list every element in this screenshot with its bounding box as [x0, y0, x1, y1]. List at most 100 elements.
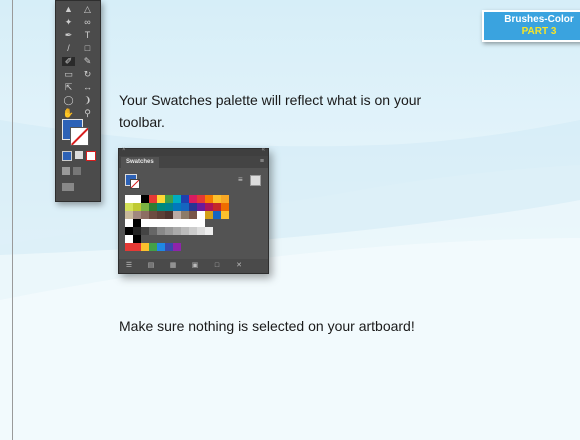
color-swatch[interactable] — [125, 195, 133, 203]
color-swatch[interactable] — [133, 235, 141, 243]
color-swatch[interactable] — [173, 203, 181, 211]
color-swatch[interactable] — [189, 203, 197, 211]
width-icon[interactable]: ↔ — [81, 83, 94, 92]
new-swatch-icon[interactable]: □ — [213, 262, 221, 269]
eraser-icon[interactable]: ▭ — [62, 70, 75, 79]
color-swatch[interactable] — [205, 195, 213, 203]
color-swatch[interactable] — [197, 203, 205, 211]
color-swatch[interactable] — [133, 243, 141, 251]
color-swatch[interactable] — [149, 227, 157, 235]
color-swatch[interactable] — [213, 203, 221, 211]
color-swatch[interactable] — [157, 203, 165, 211]
screen-mode-button[interactable] — [62, 183, 74, 191]
swatch-libraries-icon[interactable]: ☰ — [125, 262, 133, 269]
selection-icon[interactable]: ▲ — [62, 5, 75, 14]
grid-view-icon[interactable] — [250, 175, 261, 186]
color-swatch[interactable] — [141, 203, 149, 211]
color-swatch[interactable] — [149, 235, 157, 243]
color-swatch[interactable] — [149, 195, 157, 203]
color-swatch[interactable] — [125, 243, 133, 251]
color-swatch[interactable] — [141, 211, 149, 219]
color-swatch[interactable] — [197, 211, 205, 219]
color-swatch[interactable] — [213, 211, 221, 219]
draw-behind-button[interactable] — [73, 167, 81, 175]
color-swatch[interactable] — [125, 219, 133, 227]
color-swatch[interactable] — [197, 195, 205, 203]
rotate-icon[interactable]: ↻ — [81, 70, 94, 79]
color-swatch[interactable] — [165, 211, 173, 219]
color-swatch[interactable] — [165, 195, 173, 203]
color-swatch[interactable] — [181, 195, 189, 203]
color-swatch[interactable] — [141, 195, 149, 203]
color-swatch[interactable] — [149, 211, 157, 219]
panel-stroke-swatch[interactable] — [130, 179, 140, 189]
color-swatch[interactable] — [181, 203, 189, 211]
color-swatch[interactable] — [165, 243, 173, 251]
color-swatch[interactable] — [189, 195, 197, 203]
color-swatch[interactable] — [165, 227, 173, 235]
paintbrush-icon[interactable]: ✐ — [62, 57, 75, 66]
panel-menu-icon[interactable]: ≡ — [260, 156, 264, 167]
color-swatch[interactable] — [141, 243, 149, 251]
list-view-icon[interactable]: ≡ — [238, 175, 247, 184]
color-swatch[interactable] — [189, 211, 197, 219]
color-swatch[interactable] — [205, 227, 213, 235]
color-swatch[interactable] — [213, 195, 221, 203]
magic-wand-icon[interactable]: ✦ — [62, 18, 75, 27]
color-swatch[interactable] — [133, 227, 141, 235]
color-swatch[interactable] — [221, 203, 229, 211]
color-swatch[interactable] — [189, 219, 197, 227]
color-swatch[interactable] — [133, 195, 141, 203]
shape-builder-icon[interactable]: ◯ — [62, 96, 75, 105]
color-swatch[interactable] — [141, 227, 149, 235]
close-icon[interactable]: × — [122, 147, 126, 153]
color-swatch[interactable] — [197, 227, 205, 235]
color-swatch[interactable] — [173, 195, 181, 203]
zoom-icon[interactable]: ⚲ — [81, 109, 94, 118]
draw-normal-button[interactable] — [62, 167, 70, 175]
color-swatch[interactable] — [125, 203, 133, 211]
color-swatch[interactable] — [181, 227, 189, 235]
color-swatch[interactable] — [157, 243, 165, 251]
color-swatch[interactable] — [197, 219, 205, 227]
color-swatch[interactable] — [157, 235, 165, 243]
delete-swatch-icon[interactable]: ✕ — [235, 262, 243, 269]
color-swatch[interactable] — [125, 211, 133, 219]
none-mode-button[interactable] — [86, 151, 96, 161]
lasso-icon[interactable]: ∞ — [81, 18, 94, 27]
color-swatch[interactable] — [157, 211, 165, 219]
color-swatch[interactable] — [149, 243, 157, 251]
new-color-group-icon[interactable]: ▣ — [191, 262, 199, 269]
color-swatch[interactable] — [181, 211, 189, 219]
eyedropper-icon[interactable]: ❩ — [81, 96, 94, 105]
color-swatch[interactable] — [133, 211, 141, 219]
color-swatch[interactable] — [157, 219, 165, 227]
pencil-icon[interactable]: ✎ — [81, 57, 94, 66]
type-icon[interactable]: T — [81, 31, 94, 40]
line-icon[interactable]: / — [62, 44, 75, 53]
color-swatch[interactable] — [173, 219, 181, 227]
color-swatch[interactable] — [173, 243, 181, 251]
pen-icon[interactable]: ✒ — [62, 31, 75, 40]
stroke-none-swatch[interactable] — [70, 127, 89, 146]
color-swatch[interactable] — [165, 235, 173, 243]
color-swatch[interactable] — [165, 219, 173, 227]
color-swatch[interactable] — [149, 203, 157, 211]
color-swatch[interactable] — [157, 195, 165, 203]
color-swatch[interactable] — [125, 227, 133, 235]
color-swatch[interactable] — [133, 203, 141, 211]
color-swatch[interactable] — [165, 203, 173, 211]
color-swatch[interactable] — [133, 219, 141, 227]
swatch-options-icon[interactable]: ▦ — [169, 262, 177, 269]
color-swatch[interactable] — [221, 211, 229, 219]
color-swatch[interactable] — [173, 235, 181, 243]
color-swatch[interactable] — [141, 219, 149, 227]
color-swatch[interactable] — [205, 203, 213, 211]
color-swatch[interactable] — [173, 211, 181, 219]
collapse-icon[interactable]: « — [262, 147, 265, 153]
color-swatch[interactable] — [181, 235, 189, 243]
color-swatch[interactable] — [149, 219, 157, 227]
color-swatch[interactable] — [173, 227, 181, 235]
color-mode-button[interactable] — [62, 151, 72, 161]
hand-icon[interactable]: ✋ — [62, 109, 75, 118]
